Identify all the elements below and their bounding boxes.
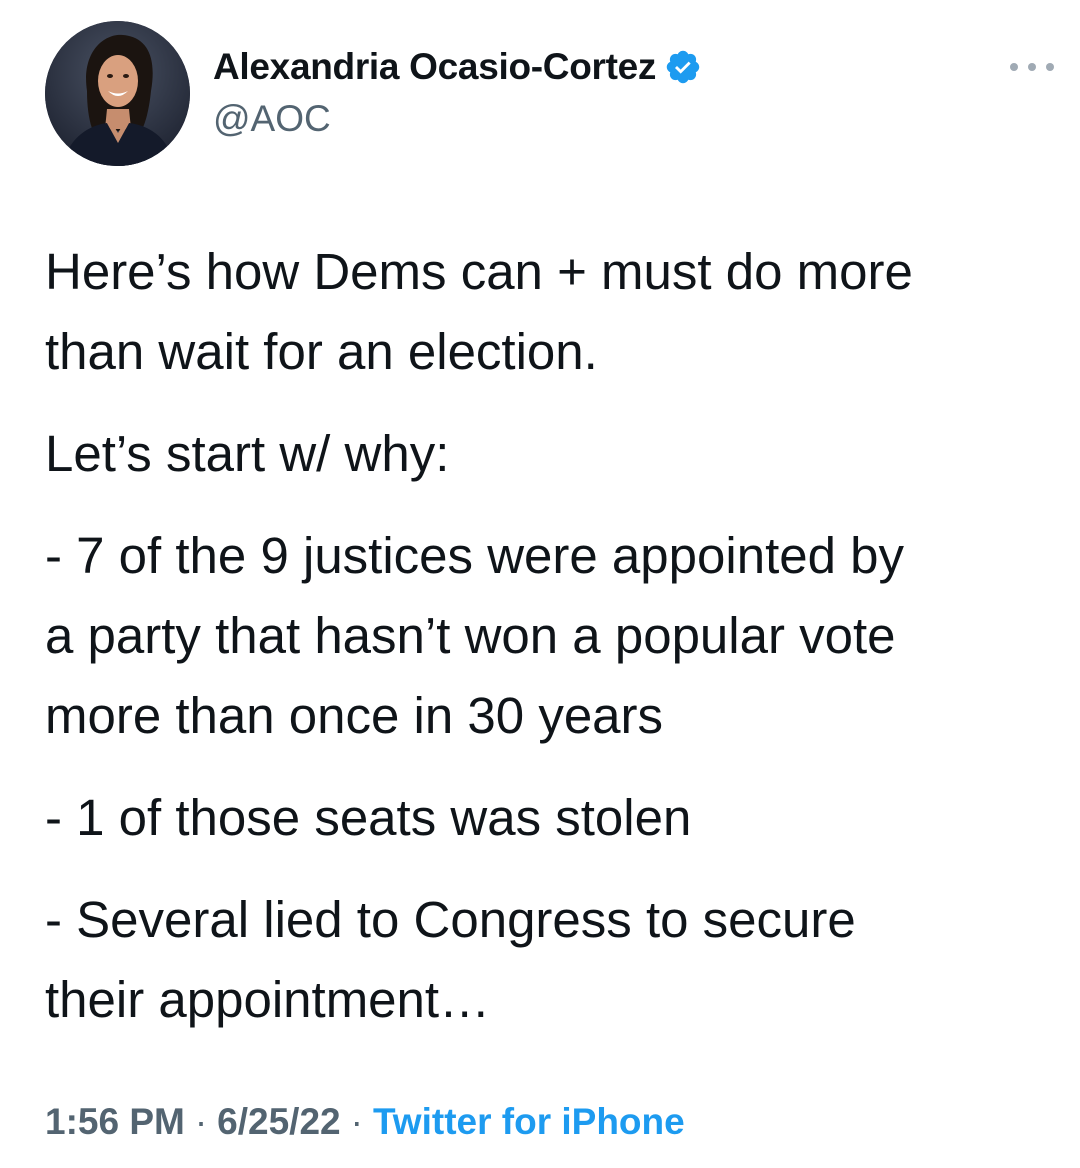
separator: ·	[350, 1101, 363, 1142]
tweet-source-link[interactable]: Twitter for iPhone	[373, 1101, 685, 1142]
display-name[interactable]: Alexandria Ocasio-Cortez	[213, 46, 656, 88]
tweet-line: than wait for an election.	[45, 323, 598, 380]
tweet-line: - Several lied to Congress to secure	[45, 891, 856, 948]
tweet-paragraph: - Several lied to Congress to secure the…	[45, 880, 1065, 1040]
tweet-line: a party that hasn’t won a popular vote	[45, 607, 896, 664]
more-options-button[interactable]	[1010, 52, 1054, 82]
more-horizontal-icon	[1046, 63, 1054, 71]
tweet-date[interactable]: 6/25/22	[217, 1101, 340, 1142]
tweet-line: more than once in 30 years	[45, 687, 664, 744]
tweet-time[interactable]: 1:56 PM	[45, 1101, 185, 1142]
author-handle[interactable]: @AOC	[213, 98, 331, 140]
tweet-line: - 1 of those seats was stolen	[45, 789, 692, 846]
tweet-line: Let’s start w/ why:	[45, 425, 450, 482]
author-name-row[interactable]: Alexandria Ocasio-Cortez	[213, 46, 702, 88]
separator: ·	[194, 1101, 208, 1142]
tweet-paragraph: Let’s start w/ why:	[45, 414, 1065, 494]
profile-photo	[45, 21, 190, 166]
verified-badge-icon	[666, 50, 700, 84]
tweet-metadata: 1:56 PM · 6/25/22 · Twitter for iPhone	[45, 1101, 685, 1143]
more-horizontal-icon	[1028, 63, 1036, 71]
tweet-text: Here’s how Dems can + must do more than …	[45, 232, 1065, 1040]
more-horizontal-icon	[1010, 63, 1018, 71]
avatar[interactable]	[45, 21, 190, 166]
tweet-paragraph: - 1 of those seats was stolen	[45, 778, 1065, 858]
tweet-line: - 7 of the 9 justices were appointed by	[45, 527, 905, 584]
tweet-line: Here’s how Dems can + must do more	[45, 243, 913, 300]
tweet-paragraph: - 7 of the 9 justices were appointed by …	[45, 516, 1065, 756]
tweet-line: their appointment…	[45, 971, 491, 1028]
tweet-paragraph: Here’s how Dems can + must do more than …	[45, 232, 1065, 392]
